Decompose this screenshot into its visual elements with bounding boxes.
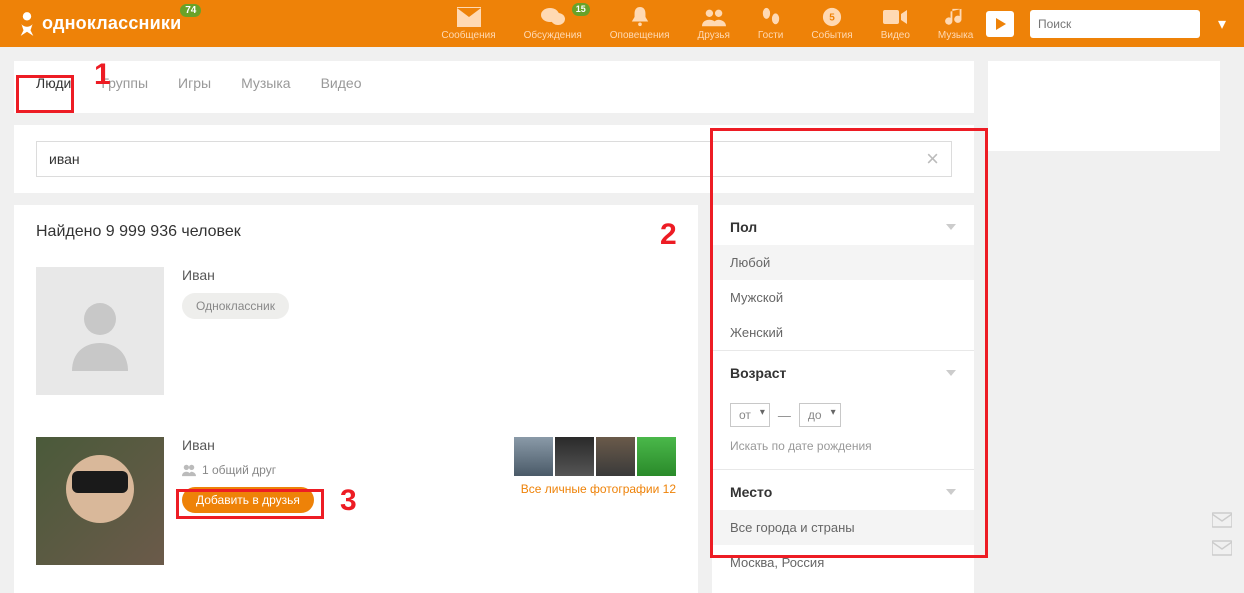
query-input[interactable] [49,151,926,167]
bell-icon [628,7,652,27]
mutual-text: 1 общий друг [202,463,276,477]
envelope-icon [457,7,481,27]
filter-age-header[interactable]: Возраст [712,351,974,391]
logo-badge: 74 [180,4,201,17]
classmate-tag[interactable]: Одноклассник [182,293,289,319]
gender-option-any[interactable]: Любой [712,245,974,280]
right-sidebar [988,61,1220,151]
search-input[interactable] [1038,17,1193,31]
envelope-icon[interactable] [1212,540,1232,556]
tab-games[interactable]: Игры [174,75,215,113]
thumb[interactable] [514,437,553,476]
nav-label: Друзья [697,30,729,41]
avatar-photo[interactable] [36,437,164,565]
gender-option-male[interactable]: Мужской [712,280,974,315]
menu-caret-icon[interactable]: ▾ [1218,14,1226,34]
result-item: Иван 1 общий друг Добавить в друзья [36,427,676,575]
place-option-all[interactable]: Все города и страны [712,510,974,545]
music-icon [944,7,968,27]
query-row: × [14,125,974,193]
results-heading: Найдено 9 999 936 человек [36,223,676,241]
add-friend-button[interactable]: Добавить в друзья [182,487,314,513]
results-panel: Найдено 9 999 936 человек Иван Однокласс… [14,205,698,593]
svg-text:5: 5 [829,12,835,23]
age-to-select[interactable]: до [799,403,841,427]
tab-people[interactable]: Люди [32,75,75,113]
result-item: Иван Одноклассник [36,257,676,405]
tab-music[interactable]: Музыка [237,75,295,113]
thumb[interactable] [555,437,594,476]
chevron-down-icon [946,368,956,378]
nav-badge: 15 [572,3,590,16]
nav-label: Сообщения [441,30,495,41]
floating-actions [1212,512,1232,556]
tab-groups[interactable]: Группы [97,75,152,113]
nav-label: Музыка [938,30,973,41]
nav-label: Гости [758,30,783,41]
filter-title: Место [730,484,772,500]
result-name[interactable]: Иван [182,267,676,283]
nav-music[interactable]: Музыка [938,7,973,41]
nav-guests[interactable]: Гости [758,7,783,41]
birth-date-link[interactable]: Искать по дате рождения [712,439,974,469]
nav-discussions[interactable]: 15 Обсуждения [524,7,582,41]
chevron-down-icon [946,222,956,232]
friends-small-icon [182,463,196,477]
gender-option-female[interactable]: Женский [712,315,974,350]
person-icon [60,291,140,371]
chevron-down-icon [946,487,956,497]
nav-label: События [811,30,852,41]
nav-video[interactable]: Видео [881,7,910,41]
age-dash: — [778,408,791,423]
nav-notifications[interactable]: Оповещения [610,7,670,41]
filters-panel: Пол Любой Мужской Женский Возраст от — [712,205,974,593]
result-name[interactable]: Иван [182,437,496,453]
play-icon [994,18,1006,30]
photo-thumbs [514,437,676,476]
footprints-icon [759,7,783,27]
nav-events[interactable]: 5 События [811,7,852,41]
avatar-placeholder[interactable] [36,267,164,395]
chat-icon [541,7,565,27]
filter-age: Возраст от — до Искать по дате рождения [712,351,974,470]
header-search[interactable] [1030,10,1200,38]
ok-logo-icon [18,10,36,38]
filter-title: Возраст [730,365,786,381]
logo-text: одноклассники [42,13,181,34]
nav-friends[interactable]: Друзья [697,7,729,41]
all-photos-link[interactable]: Все личные фотографии 12 [521,482,676,496]
filter-title: Пол [730,219,757,235]
age-from-select[interactable]: от [730,403,770,427]
query-input-wrap[interactable]: × [36,141,952,177]
events-icon: 5 [820,7,844,27]
mutual-friends[interactable]: 1 общий друг [182,463,496,477]
filter-gender: Пол Любой Мужской Женский [712,205,974,351]
nav-messages[interactable]: Сообщения [441,7,495,41]
header-nav: Сообщения 15 Обсуждения Оповещения Друзь… [441,7,973,41]
friends-icon [702,7,726,27]
nav-label: Видео [881,30,910,41]
thumb[interactable] [637,437,676,476]
search-tabs: Люди Группы Игры Музыка Видео [14,61,974,113]
app-header: одноклассники 74 Сообщения 15 Обсуждения… [0,0,1244,47]
video-icon [883,7,907,27]
place-option-moscow[interactable]: Москва, Россия [712,545,974,580]
play-button[interactable] [986,11,1014,37]
filter-place: Место Все города и страны Москва, Россия [712,470,974,580]
clear-icon[interactable]: × [926,148,939,170]
age-range-row: от — до [712,391,974,439]
tab-video[interactable]: Видео [317,75,366,113]
nav-label: Оповещения [610,30,670,41]
filter-gender-header[interactable]: Пол [712,205,974,245]
nav-label: Обсуждения [524,30,582,41]
filter-place-header[interactable]: Место [712,470,974,510]
thumb[interactable] [596,437,635,476]
logo[interactable]: одноклассники 74 [18,10,181,38]
envelope-icon[interactable] [1212,512,1232,528]
